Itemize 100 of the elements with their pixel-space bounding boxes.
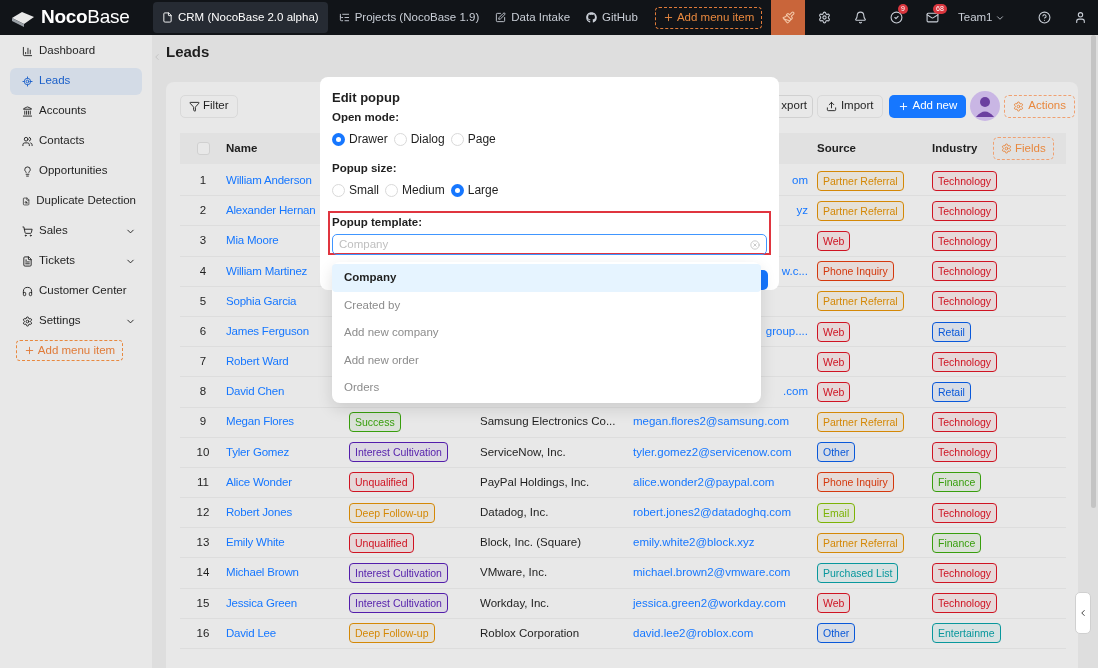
- radio[interactable]: [450, 183, 464, 197]
- column-header: Source: [817, 141, 856, 154]
- row-number: 6: [199, 324, 207, 337]
- dropdown-option[interactable]: Add new order: [332, 346, 761, 374]
- email-link[interactable]: alice.wonder2@paypal.com: [633, 475, 775, 488]
- lead-name-link[interactable]: Tyler Gomez: [226, 445, 289, 458]
- add-menu-item-button[interactable]: Add menu item: [16, 340, 123, 361]
- email-link[interactable]: jessica.green2@workday.com: [633, 596, 786, 609]
- company-name: Workday, Inc.: [480, 596, 550, 609]
- bell-icon: [853, 11, 867, 24]
- email-link[interactable]: group....: [765, 322, 808, 341]
- lead-name-link[interactable]: David Lee: [226, 626, 276, 639]
- select-all-checkbox[interactable]: [196, 142, 210, 155]
- tag: Other: [817, 623, 856, 644]
- radio[interactable]: [332, 183, 345, 197]
- sidebar-item[interactable]: Settings: [10, 307, 142, 335]
- side-panel-toggle[interactable]: [1075, 592, 1091, 634]
- row-number: 10: [196, 445, 210, 458]
- plus-icon: [897, 100, 909, 112]
- radio-label: Drawer: [349, 131, 388, 148]
- lead-name-link[interactable]: Michael Brown: [226, 566, 299, 579]
- sidebar-item[interactable]: Contacts: [10, 127, 142, 155]
- email-link[interactable]: .com: [783, 383, 808, 401]
- filter-button[interactable]: Filter: [180, 94, 238, 118]
- team-switcher[interactable]: Team1: [958, 8, 1026, 27]
- tag: Finance: [932, 472, 982, 493]
- radio[interactable]: [385, 183, 398, 197]
- field-label: Popup template:: [332, 215, 423, 231]
- collapse-sidebar-icon[interactable]: [152, 52, 162, 62]
- lead-name-link[interactable]: James Ferguson: [226, 324, 309, 337]
- email-link[interactable]: robert.jones2@datadoghq.com: [633, 506, 792, 519]
- tag: Web: [817, 593, 851, 614]
- sidebar-item[interactable]: Opportunities: [10, 157, 142, 185]
- email-link[interactable]: yz: [796, 202, 808, 220]
- settings-icon: [817, 11, 831, 24]
- email-link[interactable]: tyler.gomez2@servicenow.com: [633, 445, 792, 458]
- email-link[interactable]: emily.white2@block.xyz: [633, 536, 755, 549]
- import-button[interactable]: Import: [816, 94, 883, 118]
- sidebar-item[interactable]: Dashboard: [10, 37, 142, 65]
- sidebar-item[interactable]: Sales: [10, 217, 142, 245]
- radio[interactable]: [332, 132, 345, 146]
- email-link[interactable]: michael.brown2@vmware.com: [633, 566, 791, 579]
- vertical-scrollbar-thumb[interactable]: [1091, 35, 1096, 508]
- radio[interactable]: [393, 132, 407, 146]
- tag: Interest Cultivation: [349, 593, 448, 614]
- crosshair-icon: [22, 75, 33, 87]
- row-number: 13: [196, 536, 210, 549]
- edit-icon: [495, 12, 507, 23]
- sidebar-item[interactable]: Leads: [10, 67, 142, 95]
- email-link[interactable]: megan.flores2@samsung.com: [633, 415, 790, 428]
- sidebar-item[interactable]: Accounts: [10, 97, 142, 125]
- lead-name-link[interactable]: Robert Ward: [226, 355, 289, 368]
- lead-name-link[interactable]: David Chen: [226, 385, 285, 398]
- nav-tab[interactable]: GitHub: [581, 2, 643, 33]
- radio[interactable]: [450, 132, 464, 146]
- file-icon: [162, 12, 173, 23]
- settings-icon: [1013, 100, 1025, 112]
- tag: Other: [817, 442, 856, 463]
- fields-button[interactable]: Fields: [993, 137, 1054, 160]
- lead-name-link[interactable]: William Anderson: [226, 173, 312, 186]
- lead-name-link[interactable]: Sophia Garcia: [226, 294, 297, 307]
- tag: Partner Referral: [817, 532, 904, 553]
- lead-name-link[interactable]: Emily White: [226, 536, 285, 549]
- nav-tab[interactable]: CRM (NocoBase 2.0 alpha): [153, 2, 328, 33]
- row-number: 3: [199, 234, 207, 247]
- email-link[interactable]: david.lee2@roblox.com: [633, 626, 754, 639]
- tag: Retail: [932, 321, 971, 342]
- messages-button[interactable]: [925, 11, 939, 24]
- clear-icon[interactable]: [750, 239, 760, 250]
- nav-tab[interactable]: Projects (NocoBase 1.9): [333, 2, 485, 33]
- lead-name-link[interactable]: Megan Flores: [226, 415, 294, 428]
- sidebar-item[interactable]: Duplicate Detection: [10, 187, 142, 215]
- sidebar-item[interactable]: Tickets: [10, 247, 142, 275]
- lead-name-link[interactable]: Robert Jones: [226, 506, 292, 519]
- lead-name-link[interactable]: Jessica Green: [226, 596, 297, 609]
- radio-label: Medium: [402, 182, 445, 199]
- dropdown-option[interactable]: Orders: [332, 374, 761, 402]
- dropdown-option[interactable]: Created by: [332, 291, 761, 319]
- lead-name-link[interactable]: Alice Wonder: [226, 475, 292, 488]
- tag: Technology: [932, 291, 998, 312]
- email-link[interactable]: om: [792, 171, 808, 190]
- add-menu-item-button[interactable]: Add menu item: [654, 6, 763, 29]
- field-label: Popup size:: [332, 161, 397, 177]
- email-link[interactable]: w.c...: [781, 262, 808, 280]
- tag: Retail: [932, 381, 971, 402]
- actions-button[interactable]: Actions: [1004, 94, 1075, 118]
- lead-name-link[interactable]: Alexander Hernan: [226, 204, 316, 217]
- sidebar-item[interactable]: Customer Center: [10, 277, 142, 305]
- nav-tab[interactable]: Data Intake: [490, 2, 576, 33]
- dropdown-option[interactable]: Company: [332, 264, 761, 292]
- tag: Deep Follow-up: [349, 623, 435, 644]
- row-number: 11: [197, 475, 209, 488]
- dropdown-option[interactable]: Add new company: [332, 319, 761, 347]
- row-number: 2: [199, 204, 207, 217]
- lead-name-link[interactable]: William Martinez: [226, 264, 308, 277]
- tasks-button[interactable]: [889, 11, 903, 24]
- lead-name-link[interactable]: Mia Moore: [226, 234, 279, 247]
- row-number: 4: [199, 264, 207, 277]
- add-new-button[interactable]: Add new: [888, 94, 967, 118]
- dialog-title: Edit popup: [332, 89, 400, 108]
